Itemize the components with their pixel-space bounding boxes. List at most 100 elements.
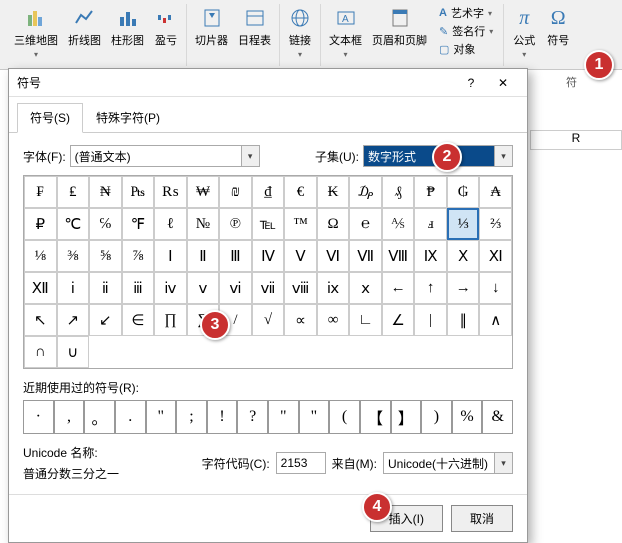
symbol-cell[interactable]: ↑ [414,272,447,304]
line-chart-button[interactable]: 折线图 [66,4,103,61]
recent-symbol-cell[interactable]: ; [176,400,207,434]
symbol-cell[interactable]: Ⅱ [187,240,220,272]
object-button[interactable]: ▢对象 [435,40,497,58]
symbol-cell[interactable]: ₽ [24,208,57,240]
symbol-cell[interactable]: ℡ [252,208,285,240]
header-footer-button[interactable]: 页眉和页脚 [370,4,429,61]
symbol-cell[interactable]: ⅜ [57,240,90,272]
symbol-cell[interactable]: ₦ [89,176,122,208]
symbol-cell[interactable]: √ [252,304,285,336]
recent-symbol-cell[interactable]: · [23,400,54,434]
symbol-cell[interactable]: ⅓ [447,208,480,240]
symbol-cell[interactable]: ∈ [122,304,155,336]
symbol-cell[interactable]: ℉ [122,208,155,240]
recent-symbol-cell[interactable]: % [452,400,483,434]
symbol-cell[interactable]: ↓ [479,272,512,304]
tab-symbols[interactable]: 符号(S) [17,103,83,133]
recent-symbol-cell[interactable]: 【 [360,400,391,434]
recent-symbol-cell[interactable]: & [482,400,513,434]
timeline-button[interactable]: 日程表 [236,4,273,50]
symbol-cell[interactable]: ₧ [122,176,155,208]
symbol-cell[interactable]: ₫ [252,176,285,208]
symbol-cell[interactable]: ⅲ [122,272,155,304]
recent-symbol-cell[interactable]: ) [421,400,452,434]
symbol-cell[interactable]: ℓ [154,208,187,240]
symbol-cell[interactable]: Ω [317,208,350,240]
symbol-cell[interactable]: Ⅷ [382,240,415,272]
recent-symbol-cell[interactable]: , [54,400,85,434]
symbol-cell[interactable]: Ⅺ [479,240,512,272]
symbol-cell[interactable]: ™ [284,208,317,240]
recent-symbol-cell[interactable]: 。 [84,400,115,434]
tab-special[interactable]: 特殊字符(P) [83,103,173,132]
symbol-cell[interactable]: ⅶ [252,272,285,304]
symbol-cell[interactable]: ℗ [219,208,252,240]
symbol-cell[interactable]: ℃ [57,208,90,240]
symbol-cell[interactable]: ⅍ [382,208,415,240]
signature-button[interactable]: ✎签名行▾ [435,22,497,40]
symbol-cell[interactable]: ↗ [57,304,90,336]
from-dropdown[interactable]: Unicode(十六进制) ▾ [383,452,513,474]
symbol-cell[interactable]: ⅰ [57,272,90,304]
symbol-cell[interactable]: ⅞ [122,240,155,272]
symbol-cell[interactable]: ⅷ [284,272,317,304]
symbol-cell[interactable]: ⅝ [89,240,122,272]
symbol-cell[interactable]: Ⅶ [349,240,382,272]
help-button[interactable]: ? [455,71,487,95]
symbol-cell[interactable]: ₲ [447,176,480,208]
symbol-cell[interactable]: ₳ [479,176,512,208]
symbol-cell[interactable]: Ⅸ [414,240,447,272]
symbol-cell[interactable]: Ⅴ [284,240,317,272]
symbol-cell[interactable]: ∏ [154,304,187,336]
symbol-cell[interactable]: ∥ [447,304,480,336]
equation-button[interactable]: π 公式 ▾ [510,4,538,61]
symbol-cell[interactable]: ∞ [317,304,350,336]
symbol-cell[interactable]: ₰ [382,176,415,208]
symbol-cell[interactable]: Ⅳ [252,240,285,272]
textbox-button[interactable]: A 文本框 ▾ [327,4,364,61]
column-header-r[interactable]: R [530,130,622,150]
close-button[interactable]: ✕ [487,71,519,95]
symbol-cell[interactable]: | [414,304,447,336]
symbol-cell[interactable]: Ⅻ [24,272,57,304]
symbol-cell[interactable]: ₨ [154,176,187,208]
symbol-cell[interactable]: ⅵ [219,272,252,304]
symbol-cell[interactable]: ₭ [317,176,350,208]
symbol-cell[interactable]: ℅ [89,208,122,240]
symbol-cell[interactable]: ₪ [219,176,252,208]
dialog-titlebar[interactable]: 符号 ? ✕ [9,69,527,97]
recent-symbol-cell[interactable]: ? [237,400,268,434]
symbol-cell[interactable]: ← [382,272,415,304]
symbol-cell[interactable]: ₣ [24,176,57,208]
symbol-cell[interactable]: ⅔ [479,208,512,240]
cancel-button[interactable]: 取消 [451,505,513,532]
symbol-cell[interactable]: ℮ [349,208,382,240]
symbol-cell[interactable]: ∩ [24,336,57,368]
symbol-cell[interactable]: € [284,176,317,208]
recent-symbol-cell[interactable]: " [146,400,177,434]
symbol-cell[interactable]: ∠ [382,304,415,336]
symbol-cell[interactable]: ⅱ [89,272,122,304]
font-dropdown[interactable]: (普通文本) ▾ [70,145,260,167]
symbol-cell[interactable]: ₯ [349,176,382,208]
symbol-cell[interactable]: ∝ [284,304,317,336]
symbol-cell[interactable]: Ⅲ [219,240,252,272]
column-chart-button[interactable]: 柱形图 [109,4,146,61]
symbol-cell[interactable]: Ⅰ [154,240,187,272]
symbol-cell[interactable]: ∪ [57,336,90,368]
recent-symbol-cell[interactable]: 】 [391,400,422,434]
symbol-cell[interactable]: ∧ [479,304,512,336]
symbol-cell[interactable]: ⅳ [154,272,187,304]
symbol-cell[interactable]: ₩ [187,176,220,208]
char-code-input[interactable] [276,452,326,474]
symbol-cell[interactable]: ⅎ [414,208,447,240]
link-button[interactable]: 链接 ▾ [286,4,314,61]
symbol-cell[interactable]: ↙ [89,304,122,336]
slicer-button[interactable]: 切片器 [193,4,230,50]
recent-symbol-cell[interactable]: " [268,400,299,434]
symbol-cell[interactable]: ⅸ [317,272,350,304]
recent-symbol-cell[interactable]: ( [329,400,360,434]
symbol-cell[interactable]: ∟ [349,304,382,336]
3d-map-button[interactable]: 三维地图 ▾ [12,4,60,61]
symbol-cell[interactable]: ₱ [414,176,447,208]
